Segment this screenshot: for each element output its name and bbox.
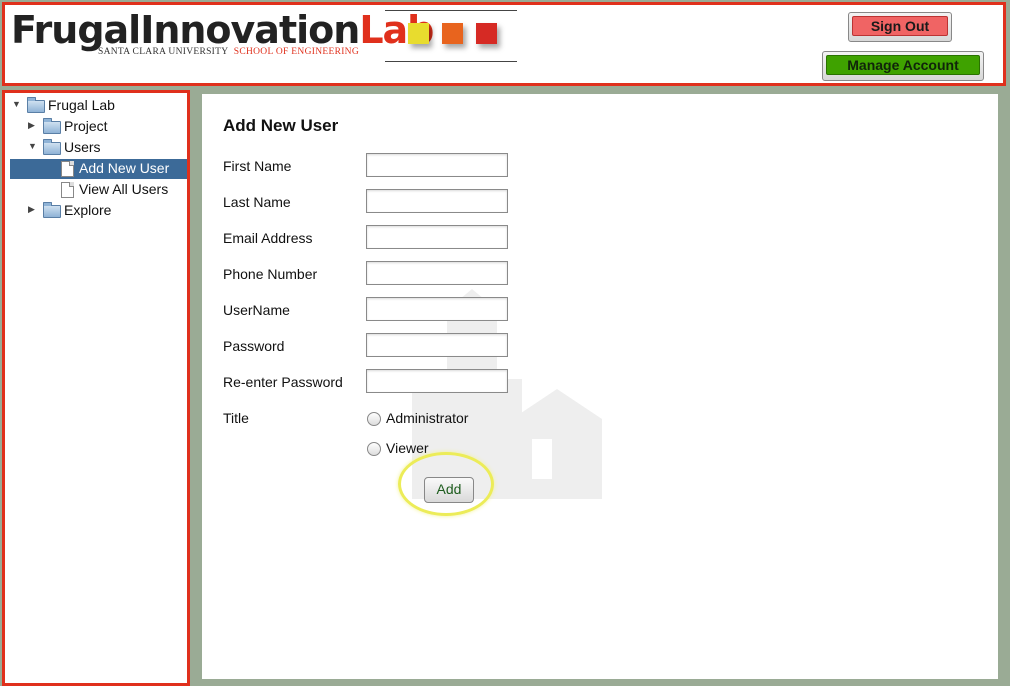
logo-squares: [385, 10, 517, 62]
expanded-arrow-icon[interactable]: ▼: [12, 99, 21, 109]
password-field[interactable]: [366, 333, 508, 357]
password-confirm-field[interactable]: [366, 369, 508, 393]
email-label: Email Address: [223, 230, 313, 246]
phone-label: Phone Number: [223, 266, 318, 282]
document-icon: [61, 182, 74, 198]
first-name-field[interactable]: [366, 153, 508, 177]
last-name-label: Last Name: [223, 194, 291, 210]
page-title: Add New User: [223, 116, 339, 135]
tree-label: Add New User: [79, 160, 170, 176]
yellow-square-icon: [408, 23, 429, 44]
tree-node-explore[interactable]: ▶ Explore: [10, 201, 180, 221]
sign-out-button[interactable]: Sign Out: [848, 12, 952, 42]
password-confirm-label: Re-enter Password: [223, 374, 343, 390]
red-square-icon: [476, 23, 497, 44]
header: FrugalInnovationLab SANTA CLARA UNIVERSI…: [2, 2, 1006, 86]
username-label: UserName: [223, 302, 290, 318]
last-name-field[interactable]: [366, 189, 508, 213]
manage-account-button[interactable]: Manage Account: [822, 51, 984, 81]
tree-label: Explore: [64, 202, 112, 218]
viewer-option-label: Viewer: [386, 440, 429, 456]
tree-node-view-all-users[interactable]: View All Users: [10, 180, 180, 200]
administrator-radio[interactable]: [367, 412, 381, 426]
tree-node-project[interactable]: ▶ Project: [10, 117, 180, 137]
first-name-label: First Name: [223, 158, 292, 174]
sidebar-tree: ▼ Frugal Lab ▶ Project ▼ Users Add New U…: [2, 90, 190, 686]
sign-out-label: Sign Out: [852, 16, 948, 36]
administrator-option-label: Administrator: [386, 410, 469, 426]
logo-university: SANTA CLARA UNIVERSITY: [98, 47, 229, 57]
logo-subtitle: SANTA CLARA UNIVERSITY SCHOOL OF ENGINEE…: [98, 47, 359, 57]
phone-field[interactable]: [366, 261, 508, 285]
orange-square-icon: [442, 23, 463, 44]
email-field[interactable]: [366, 225, 508, 249]
add-button[interactable]: Add: [424, 477, 474, 503]
title-label: Title: [223, 410, 249, 426]
username-field[interactable]: [366, 297, 508, 321]
folder-icon: [43, 118, 61, 134]
folder-icon: [43, 202, 61, 218]
tree-label: Users: [64, 139, 101, 155]
logo-main-text: FrugalInnovation: [11, 8, 360, 52]
tree-node-add-new-user[interactable]: Add New User: [10, 159, 187, 179]
expanded-arrow-icon[interactable]: ▼: [28, 141, 37, 151]
tree-label: Frugal Lab: [48, 97, 115, 113]
viewer-radio[interactable]: [367, 442, 381, 456]
folder-icon: [43, 139, 61, 155]
collapsed-arrow-icon[interactable]: ▶: [28, 204, 35, 215]
document-icon: [61, 161, 74, 177]
tree-label: View All Users: [79, 181, 169, 197]
logo-school: SCHOOL OF ENGINEERING: [233, 47, 359, 57]
folder-icon: [27, 97, 45, 113]
logo: FrugalInnovationLab: [11, 8, 434, 52]
tree-node-users[interactable]: ▼ Users: [10, 138, 180, 158]
manage-account-label: Manage Account: [826, 55, 980, 75]
tree-node-frugal-lab[interactable]: ▼ Frugal Lab: [10, 96, 180, 116]
password-label: Password: [223, 338, 285, 354]
collapsed-arrow-icon[interactable]: ▶: [28, 120, 35, 131]
tree-label: Project: [64, 118, 108, 134]
main-content: Add New User First Name Last Name Email …: [202, 94, 998, 679]
